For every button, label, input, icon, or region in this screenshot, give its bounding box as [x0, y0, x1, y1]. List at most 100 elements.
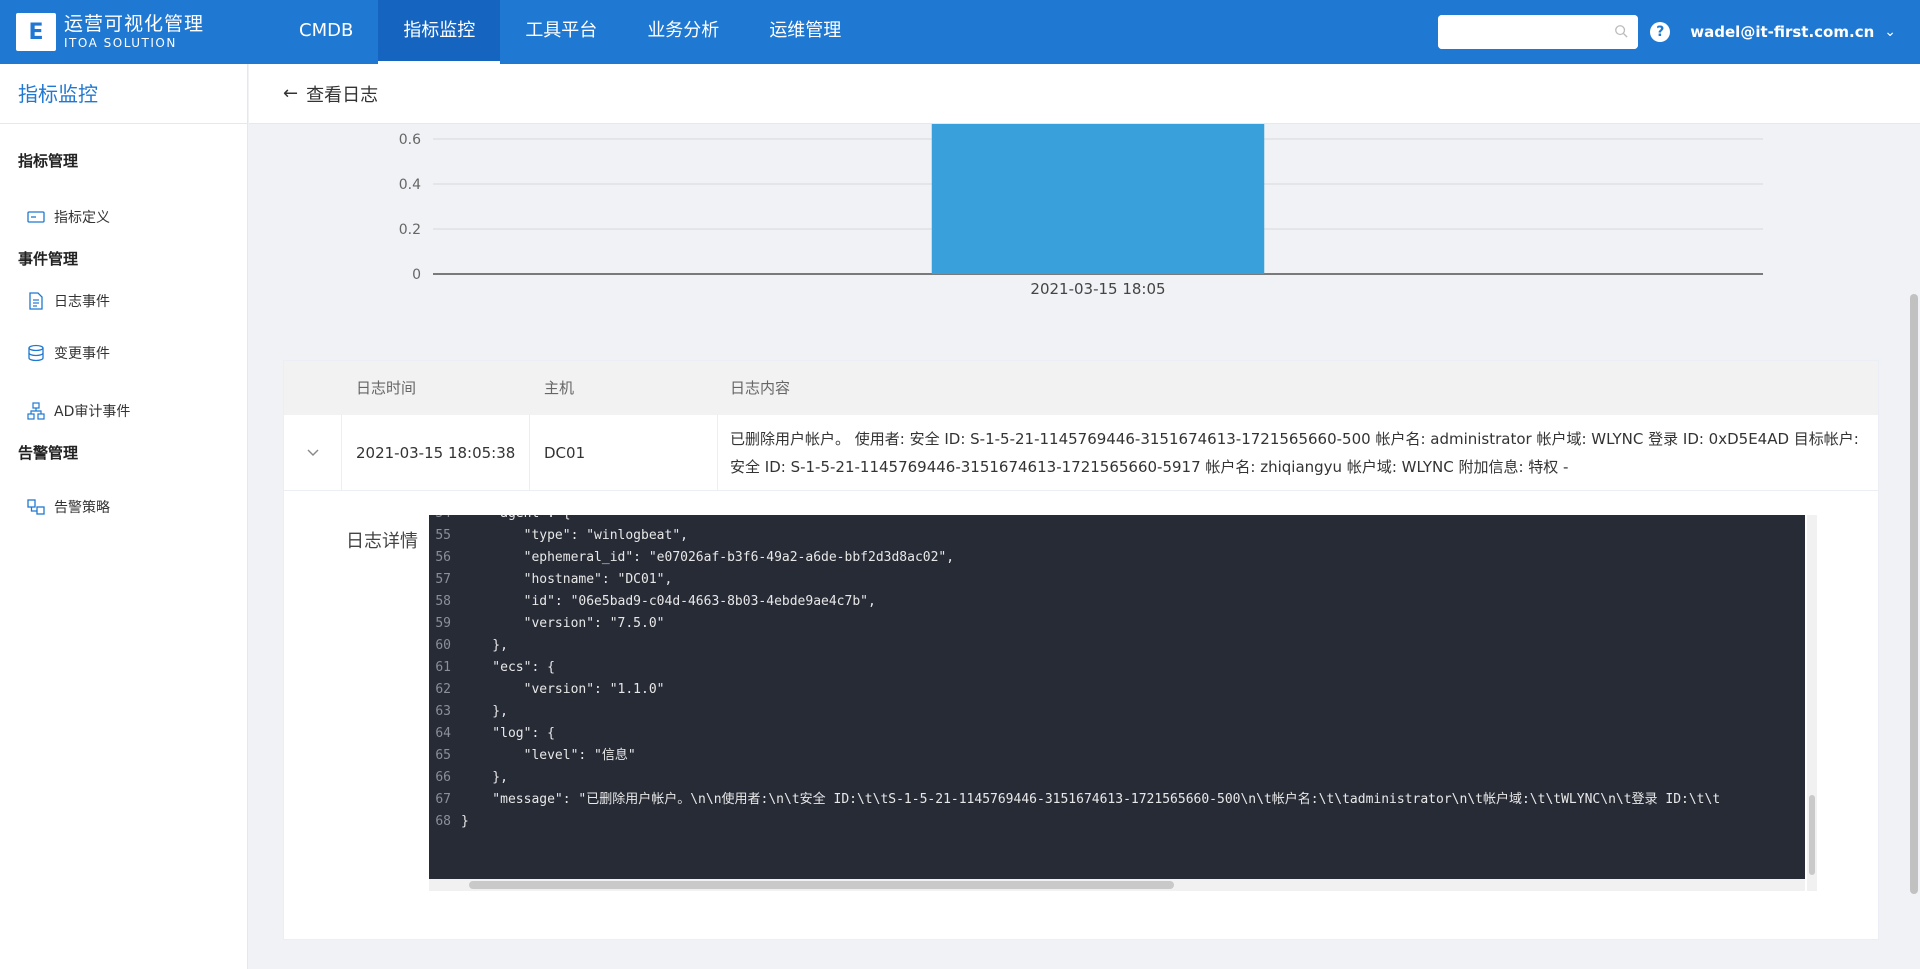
line-number: 67 [435, 792, 451, 807]
log-count-chart: 0 0.2 0.4 0.6 2021-03-15 18:05 [283, 124, 1883, 354]
line-number: 58 [435, 594, 451, 609]
code-line: 64 "log": { [429, 723, 1805, 745]
sidebar-item-label: 告警策略 [54, 500, 110, 516]
sidebar-item-label: 变更事件 [54, 346, 110, 362]
code-text: }, [461, 704, 508, 719]
help-icon[interactable]: ? [1650, 22, 1671, 42]
line-number: 61 [435, 660, 451, 675]
line-number: 56 [435, 550, 451, 565]
code-text: "log": { [461, 726, 555, 741]
line-number: 68 [435, 814, 451, 829]
sidebar-item-metric-definition[interactable]: 指标定义 [0, 191, 247, 243]
main-nav: CMDB 指标监控 工具平台 业务分析 运维管理 [274, 0, 866, 64]
code-line: 60 }, [429, 635, 1805, 657]
log-json-viewer[interactable]: 54 "agent": {55 "type": "winlogbeat",56 … [429, 515, 1805, 879]
code-line: 68} [429, 811, 1805, 833]
nav-item-business-analysis[interactable]: 业务分析 [622, 0, 744, 64]
code-line: 66 }, [429, 767, 1805, 789]
sidebar-group-event-management: 事件管理 [18, 250, 79, 268]
sidebar-item-label: AD审计事件 [54, 404, 131, 420]
page-title: 查看日志 [306, 84, 379, 106]
y-tick-label: 0.2 [399, 222, 421, 238]
sidebar-item-change-events[interactable]: 变更事件 [0, 327, 247, 379]
code-text: "message": "已删除用户帐户。\n\n使用者:\n\t安全 ID:\t… [461, 792, 1721, 807]
code-text: }, [461, 638, 508, 653]
table-row[interactable]: 2021-03-15 18:05:38 DC01 已删除用户帐户。 使用者: 安… [284, 415, 1878, 491]
line-number: 63 [435, 704, 451, 719]
line-number: 66 [435, 770, 451, 785]
nav-item-tool-platform[interactable]: 工具平台 [500, 0, 622, 64]
line-number: 60 [435, 638, 451, 653]
nav-item-cmdb[interactable]: CMDB [274, 0, 378, 64]
code-vertical-scrollbar[interactable] [1807, 515, 1817, 891]
nav-item-metric-monitoring[interactable]: 指标监控 [378, 0, 501, 64]
code-text: "type": "winlogbeat", [461, 528, 688, 543]
column-header-log-content: 日志内容 [730, 379, 791, 397]
bar-chart: 0 0.2 0.4 0.6 2021-03-15 18:05 [399, 124, 1763, 298]
cell-log-time: 2021-03-15 18:05:38 [342, 415, 530, 490]
table-header: 日志时间 主机 日志内容 [284, 361, 1878, 415]
line-number: 55 [435, 528, 451, 543]
search-input[interactable] [1438, 15, 1639, 49]
sidebar-item-alert-policy[interactable]: 告警策略 [0, 481, 247, 533]
code-text: "agent": { [459, 515, 570, 525]
code-text: "version": "7.5.0" [461, 616, 665, 631]
code-text: }, [461, 770, 508, 785]
user-account[interactable]: wadel@it-first.com.cn [1690, 23, 1874, 41]
app-logo[interactable]: E 运营可视化管理 ITOA SOLUTION [16, 13, 256, 51]
sidebar-item-ad-audit-events[interactable]: AD审计事件 [0, 385, 247, 437]
logo-title: 运营可视化管理 [64, 13, 205, 35]
code-line: 67 "message": "已删除用户帐户。\n\n使用者:\n\t安全 ID… [429, 789, 1805, 811]
page-vertical-scrollbar[interactable] [1906, 124, 1920, 969]
line-number: 62 [435, 682, 451, 697]
search-icon[interactable] [1614, 24, 1628, 38]
code-line: 65 "level": "信息" [429, 745, 1805, 767]
nav-item-ops-management[interactable]: 运维管理 [744, 0, 866, 64]
chart-bar[interactable] [931, 124, 1265, 274]
sidebar-group-metric-management: 指标管理 [18, 152, 79, 170]
document-icon [29, 292, 43, 310]
column-header-host: 主机 [544, 379, 575, 397]
sidebar: 指标监控 指标管理 指标定义 事件管理 日志事件 变更事件 AD审计事件 告警管… [0, 64, 248, 969]
log-detail: 日志详情 54 "agent": {55 "type": "winlogbeat… [284, 491, 1878, 931]
code-text: "hostname": "DC01", [461, 572, 673, 587]
chevron-down-icon[interactable]: ⌄ [1884, 24, 1896, 40]
main-content: ← 查看日志 0 0.2 0.4 0.6 2021-03-15 18:05 日志时间 主… [249, 64, 1920, 969]
top-navbar: E 运营可视化管理 ITOA SOLUTION CMDB 指标监控 工具平台 业… [0, 0, 1920, 64]
log-table: 日志时间 主机 日志内容 2021-03-15 18:05:38 DC01 已删… [283, 360, 1879, 940]
code-line: 54 "agent": { [429, 515, 1805, 525]
sidebar-item-label: 指标定义 [54, 210, 110, 226]
code-line: 59 "version": "7.5.0" [429, 613, 1805, 635]
y-tick-label: 0.6 [399, 132, 421, 148]
code-horizontal-scrollbar[interactable] [429, 879, 1805, 891]
code-line: 58 "id": "06e5bad9-c04d-4663-8b03-4ebde9… [429, 591, 1805, 613]
code-line: 55 "type": "winlogbeat", [429, 525, 1805, 547]
code-line: 62 "version": "1.1.0" [429, 679, 1805, 701]
code-text: "version": "1.1.0" [461, 682, 665, 697]
code-line: 56 "ephemeral_id": "e07026af-b3f6-49a2-a… [429, 547, 1805, 569]
code-text: "ephemeral_id": "e07026af-b3f6-49a2-a6de… [461, 550, 955, 565]
sidebar-title: 指标监控 [0, 64, 247, 124]
database-icon [28, 344, 44, 362]
back-arrow-icon[interactable]: ← [283, 83, 298, 104]
log-detail-label: 日志详情 [346, 531, 418, 552]
global-search [1438, 15, 1639, 49]
sidebar-group-alert-management: 告警管理 [18, 444, 79, 462]
alert-policy-icon [27, 499, 45, 515]
y-tick-label: 0 [412, 267, 421, 283]
code-text: "ecs": { [461, 660, 555, 675]
line-number: 59 [435, 616, 451, 631]
chevron-down-icon[interactable] [306, 448, 320, 458]
column-header-log-time: 日志时间 [356, 379, 417, 397]
page-header: ← 查看日志 [249, 64, 1920, 124]
expand-toggle[interactable] [284, 415, 342, 490]
line-number: 54 [429, 515, 459, 525]
line-number: 64 [435, 726, 451, 741]
cell-host: DC01 [530, 415, 718, 490]
sidebar-item-log-events[interactable]: 日志事件 [0, 275, 247, 327]
cell-log-content: 已删除用户帐户。 使用者: 安全 ID: S-1-5-21-1145769446… [730, 429, 1859, 476]
sidebar-item-label: 日志事件 [54, 294, 110, 310]
code-text: "id": "06e5bad9-c04d-4663-8b03-4ebde9ae4… [461, 594, 876, 609]
code-text: "level": "信息" [461, 748, 636, 763]
code-text: } [461, 814, 469, 829]
